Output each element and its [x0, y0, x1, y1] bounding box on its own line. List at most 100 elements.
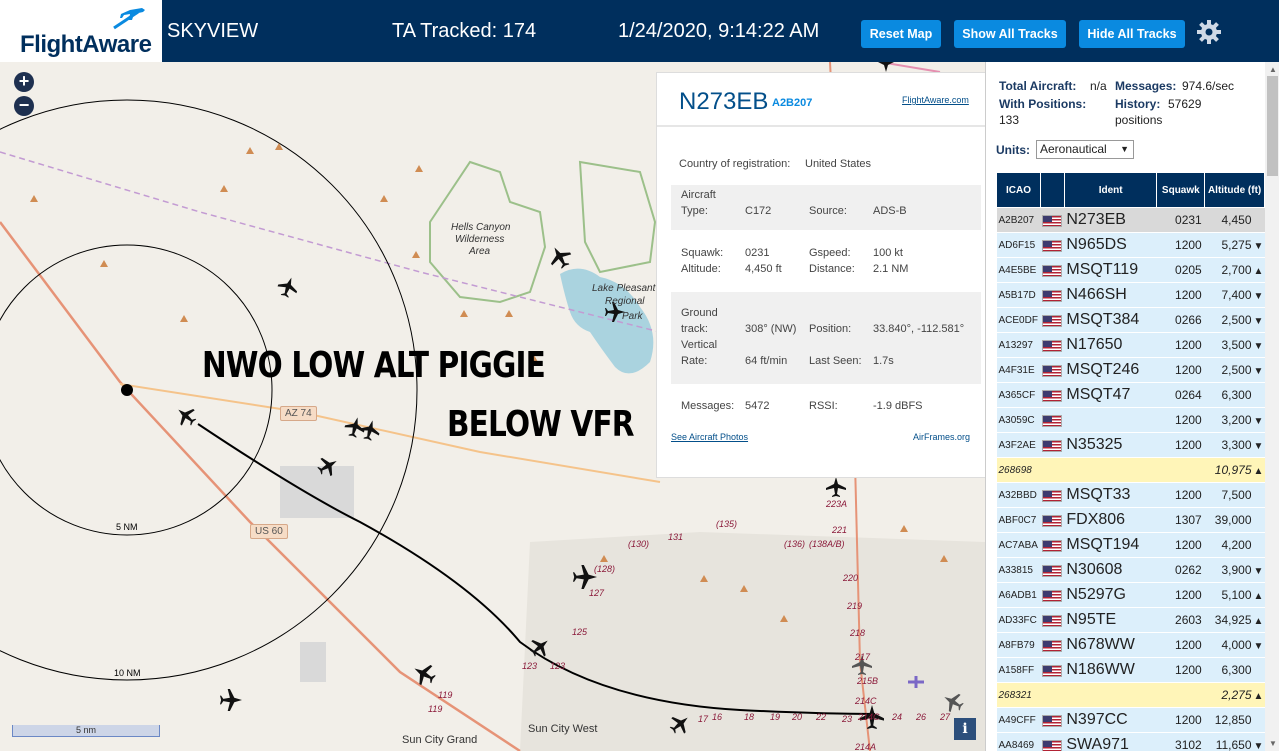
flightaware-logo[interactable]: FlightAware: [0, 0, 162, 62]
table-row[interactable]: A4F31E MSQT246 1200 2,500 ▼: [996, 357, 1265, 383]
table-row[interactable]: A2B207 N273EB 0231 4,450: [996, 207, 1265, 233]
park-boundary: [578, 160, 657, 274]
cell-ident: N397CC: [1064, 707, 1157, 733]
gspeed-label: Gspeed:: [809, 247, 851, 259]
scroll-thumb[interactable]: [1267, 76, 1278, 176]
table-row[interactable]: A6ADB1 N5297G 1200 5,100 ▲: [996, 582, 1265, 608]
road-number-label: 219: [847, 601, 863, 611]
ring-label-10nm: 10 NM: [114, 668, 141, 678]
us60-shield: US 60: [250, 524, 288, 539]
altitude-label: Altitude:: [681, 263, 721, 275]
table-row[interactable]: AD33FC N95TE 2603 34,925 ▲: [996, 607, 1265, 633]
table-row[interactable]: A3059C 1200 3,200 ▼: [996, 407, 1265, 433]
annotation-low-alt: NWO LOW ALT PIGGIE: [202, 345, 546, 386]
col-flag[interactable]: [1039, 172, 1065, 208]
reset-map-button[interactable]: Reset Map: [861, 20, 941, 48]
table-row[interactable]: A33815 N30608 0262 3,900 ▼: [996, 557, 1265, 583]
rssi-value: -1.9 dBFS: [873, 400, 923, 412]
position-label: Position:: [809, 323, 852, 335]
road-number-label: 19: [770, 712, 781, 722]
table-row[interactable]: A3F2AE N35325 1200 3,300 ▼: [996, 432, 1265, 458]
cell-altitude: 3,500 ▼: [1204, 332, 1265, 358]
lastseen-value: 1.7s: [873, 355, 894, 367]
sidebar-scrollbar[interactable]: ▲ ▼: [1265, 62, 1279, 751]
table-row[interactable]: AA8469 SWA971 3102 11,650 ▼: [996, 732, 1265, 751]
table-row[interactable]: 268698 10,975 ▲: [996, 457, 1265, 483]
altitude-value: 5,275: [1221, 238, 1252, 252]
us-flag-icon: [1042, 239, 1063, 252]
col-icao[interactable]: ICAO: [996, 172, 1041, 208]
info-button[interactable]: i: [954, 718, 976, 740]
cell-altitude: 12,850: [1204, 707, 1265, 733]
table-row[interactable]: A8FB79 N678WW 1200 4,000 ▼: [996, 632, 1265, 658]
cell-altitude: 11,650 ▼: [1204, 732, 1265, 751]
cell-flag: [1040, 482, 1065, 508]
distance-value: 2.1 NM: [873, 263, 909, 275]
us-flag-icon: [1042, 539, 1063, 552]
col-altitude[interactable]: Altitude (ft): [1204, 172, 1265, 208]
hide-all-tracks-button[interactable]: Hide All Tracks: [1079, 20, 1185, 48]
table-row[interactable]: A158FF N186WW 1200 6,300: [996, 657, 1265, 683]
cell-altitude: 5,275 ▼: [1204, 232, 1265, 258]
table-row[interactable]: ACE0DF MSQT384 0266 2,500 ▼: [996, 307, 1265, 333]
popup-ident: N273EB: [679, 88, 769, 115]
cell-icao: AD33FC: [996, 607, 1041, 633]
airframes-link[interactable]: AirFrames.org: [913, 432, 970, 442]
table-row[interactable]: 268321 2,275 ▲: [996, 682, 1265, 708]
ta-tracked-count: TA Tracked: 174: [392, 20, 537, 42]
table-row[interactable]: A5B17D N466SH 1200 7,400 ▼: [996, 282, 1265, 308]
table-row[interactable]: ABF0C7 FDX806 1307 39,000: [996, 507, 1265, 533]
table-row[interactable]: AD6F15 N965DS 1200 5,275 ▼: [996, 232, 1265, 258]
cell-ident: N95TE: [1064, 607, 1157, 633]
map-label-regional: Regional: [605, 296, 645, 307]
cell-altitude: 7,500: [1204, 482, 1265, 508]
cell-flag: [1040, 257, 1065, 283]
units-select[interactable]: Aeronautical ▼: [1036, 140, 1134, 159]
show-all-tracks-button[interactable]: Show All Tracks: [954, 20, 1066, 48]
cell-ident: FDX806: [1064, 507, 1157, 533]
gear-icon[interactable]: [1196, 19, 1222, 45]
scroll-up-icon[interactable]: ▲: [1269, 65, 1277, 74]
map-label-hells-canyon: Hells Canyon: [451, 222, 511, 233]
table-row[interactable]: A4E5BE MSQT119 0205 2,700 ▲: [996, 257, 1265, 283]
table-row[interactable]: A13297 N17650 1200 3,500 ▼: [996, 332, 1265, 358]
table-row[interactable]: A49CFF N397CC 1200 12,850: [996, 707, 1265, 733]
us-flag-icon: [1042, 489, 1063, 502]
col-ident[interactable]: Ident: [1063, 172, 1158, 208]
altitude-value: 12,850: [1214, 713, 1252, 727]
total-aircraft-value: n/a: [1090, 79, 1107, 93]
cell-squawk: 1200: [1156, 407, 1205, 433]
zoom-in-button[interactable]: +: [14, 72, 34, 92]
cell-flag: [1040, 457, 1065, 483]
cell-squawk: 1200: [1156, 432, 1205, 458]
road-number-label: 18: [744, 712, 755, 722]
units-label: Units:: [996, 143, 1030, 157]
scroll-down-icon[interactable]: ▼: [1269, 739, 1277, 748]
track-label-2: track:: [681, 323, 708, 335]
road-number-label: 127: [589, 588, 605, 598]
popup-header: N273EB A2B207 FlightAware.com: [657, 73, 987, 127]
altitude-value: 2,275: [1221, 688, 1252, 702]
us-flag-icon: [1042, 614, 1063, 627]
cell-ident: [1064, 457, 1157, 483]
altitude-trend-icon: ▲: [1253, 691, 1264, 702]
see-aircraft-photos-link[interactable]: See Aircraft Photos: [671, 432, 748, 442]
zoom-out-button[interactable]: −: [14, 96, 34, 116]
cell-ident: MSQT194: [1064, 532, 1157, 558]
altitude-trend-icon: ▼: [1253, 241, 1264, 252]
flightaware-link[interactable]: FlightAware.com: [902, 95, 969, 105]
us-flag-icon: [1042, 314, 1063, 327]
table-row[interactable]: AC7ABA MSQT194 1200 4,200: [996, 532, 1265, 558]
altitude-value: 11,650: [1215, 738, 1252, 751]
cell-squawk: 1200: [1156, 707, 1205, 733]
road-number-label: 24: [892, 712, 903, 722]
table-row[interactable]: A32BBD MSQT33 1200 7,500: [996, 482, 1265, 508]
us-flag-icon: [1042, 339, 1063, 352]
col-squawk[interactable]: Squawk: [1156, 172, 1206, 208]
altitude-value: 10,975: [1214, 463, 1252, 477]
track-label-1: Ground: [681, 307, 718, 319]
cell-squawk: 1200: [1156, 632, 1205, 658]
table-row[interactable]: A365CF MSQT47 0264 6,300: [996, 382, 1265, 408]
altitude-value: 4,450 ft: [745, 263, 782, 275]
position-value: 33.840°, -112.581°: [873, 323, 965, 335]
